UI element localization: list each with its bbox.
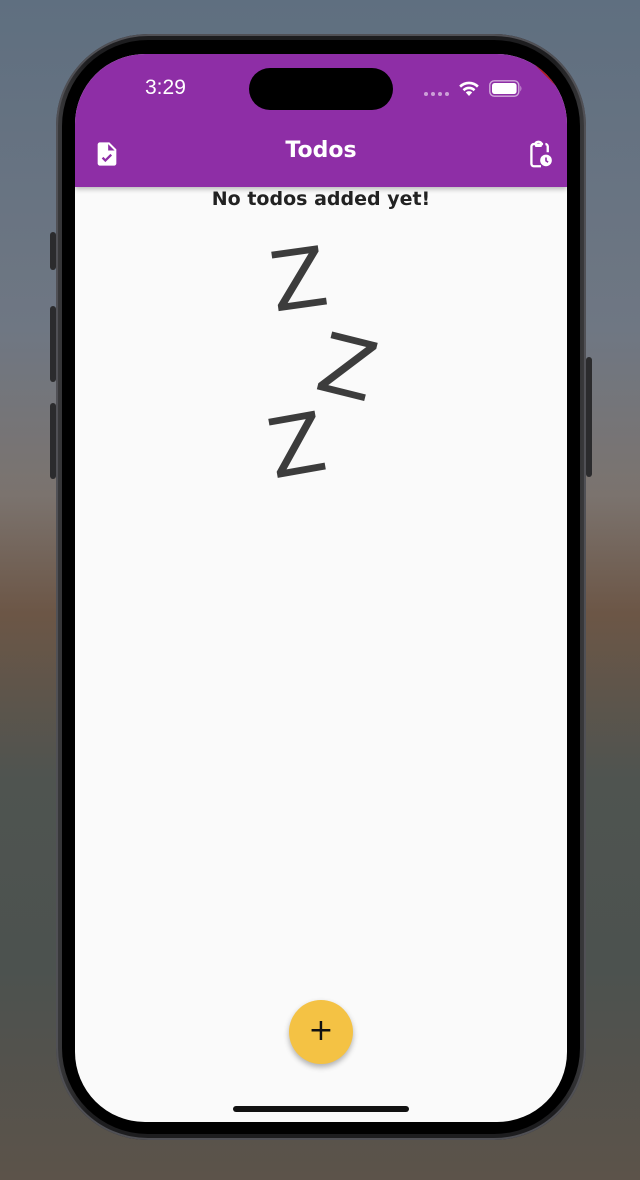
dynamic-island	[249, 68, 393, 110]
app-screen: 3:29 Todos DEBUG No todos added yet! Z Z…	[75, 54, 567, 1122]
clipboard-pending-icon[interactable]	[525, 140, 553, 168]
cellular-signal-icon	[424, 92, 450, 97]
power-button	[586, 357, 592, 477]
wifi-icon	[459, 81, 479, 96]
battery-icon	[489, 80, 522, 97]
empty-state-message: No todos added yet!	[211, 188, 431, 210]
app-bar: 3:29 Todos DEBUG	[75, 54, 567, 187]
zzz-letter-middle: Z	[308, 315, 386, 422]
status-time: 3:29	[145, 76, 186, 99]
zzz-letter-bottom: Z	[261, 394, 333, 499]
home-indicator[interactable]	[233, 1106, 409, 1112]
app-title: Todos	[285, 138, 357, 163]
add-todo-button[interactable]: +	[289, 1000, 353, 1064]
zzz-letter-top: Z	[264, 229, 334, 332]
